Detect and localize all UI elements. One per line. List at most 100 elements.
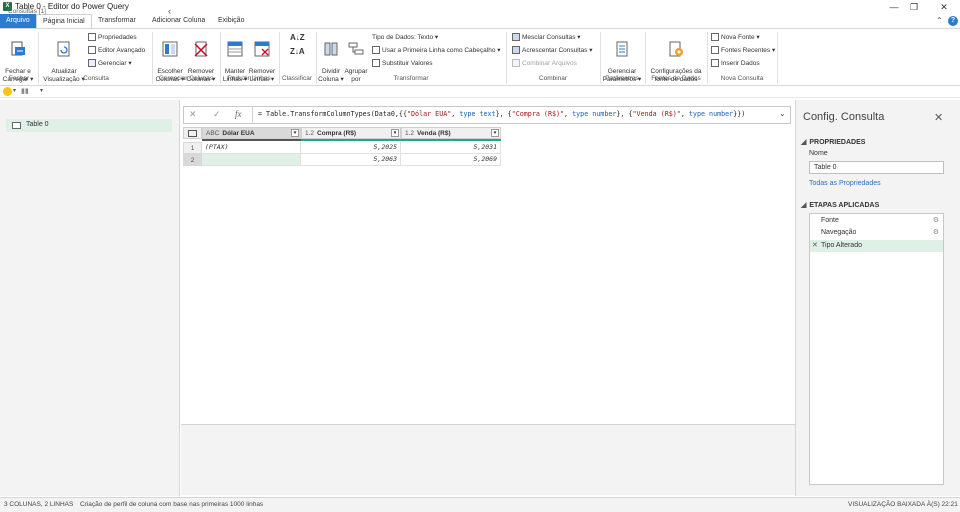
queries-pane <box>0 100 180 496</box>
column-filter-icon[interactable]: ▾ <box>291 129 299 137</box>
merge-icon <box>512 33 520 42</box>
properties-button[interactable]: Propriedades <box>88 33 137 43</box>
table-cell[interactable] <box>202 154 301 166</box>
all-properties-link[interactable]: Todas as Propriedades <box>809 180 881 187</box>
tab-adicionar-coluna[interactable]: Adicionar Coluna <box>146 14 211 28</box>
merge-queries-button[interactable]: Mesclar Consultas ▾ <box>512 33 581 43</box>
split-column-icon <box>324 42 338 56</box>
tab-transformar[interactable]: Transformar <box>92 14 142 28</box>
recent-sources-button[interactable]: Fontes Recentes ▾ <box>711 46 775 56</box>
smiley-feedback-icon[interactable] <box>3 87 12 96</box>
ribbon-separator <box>600 32 601 84</box>
title-bar: X Table 0 - Editor do Power Query — ❐ ✕ <box>0 0 960 14</box>
collapse-pane-icon[interactable]: ‹ <box>168 6 171 16</box>
restore-button[interactable]: ❐ <box>904 1 924 13</box>
column-type-icon[interactable]: 1.2 <box>405 130 414 137</box>
applied-steps-list <box>809 213 944 485</box>
close-settings-icon[interactable]: ✕ <box>934 111 943 124</box>
group-label-classificar: Classificar <box>282 75 312 82</box>
group-label-nova-consulta: Nova Consulta <box>720 75 764 82</box>
column-type-icon[interactable]: 1.2 <box>305 130 314 137</box>
ribbon-tabs: Arquivo Página Inicial Transformar Adici… <box>0 14 960 29</box>
table-cell[interactable]: (PTAX) <box>202 142 301 154</box>
formula-text[interactable]: = Table.TransformColumnTypes(Data0,{{"Dó… <box>258 110 745 118</box>
status-profiling[interactable]: Criação de perfil de coluna com base nas… <box>80 501 263 508</box>
expand-ribbon-icon[interactable]: ⌃ <box>936 16 945 25</box>
collapse-section-icon: ◢ <box>801 202 807 209</box>
properties-icon <box>88 33 96 42</box>
combine-files-icon <box>512 59 520 68</box>
gear-icon[interactable]: ⚙ <box>933 215 939 227</box>
column-header-dolar-eua[interactable]: ABC Dólar EUA ▾ <box>202 127 301 139</box>
ribbon-separator <box>38 32 39 84</box>
properties-section-header[interactable]: ◢ PROPRIEDADES <box>801 138 865 146</box>
combine-files-button[interactable]: Combinar Arquivos <box>512 59 577 69</box>
delete-step-icon[interactable]: ✕ <box>812 240 818 252</box>
ribbon-separator <box>152 32 153 84</box>
customize-toolbar-icon[interactable]: ▾ <box>40 87 43 94</box>
tab-arquivo[interactable]: Arquivo <box>0 14 36 28</box>
expand-formula-icon[interactable]: ⌄ <box>779 109 786 118</box>
new-source-button[interactable]: Nova Fonte ▾ <box>711 33 760 43</box>
column-header-compra[interactable]: 1.2 Compra (R$) ▾ <box>301 127 401 139</box>
column-filter-icon[interactable]: ▾ <box>391 129 399 137</box>
group-by-icon <box>348 42 364 55</box>
collapse-section-icon: ◢ <box>801 139 807 146</box>
help-icon[interactable]: ? <box>948 16 958 26</box>
status-columns-rows: 3 COLUNAS, 2 LINHAS <box>4 501 74 508</box>
confirm-formula-icon[interactable]: ✓ <box>213 109 221 120</box>
gear-icon[interactable]: ⚙ <box>933 227 939 239</box>
use-first-row-headers-button[interactable]: Usar a Primeira Linha como Cabeçalho ▾ <box>372 46 501 56</box>
sort-descending-icon[interactable]: Z↓A <box>290 47 305 56</box>
column-header-venda[interactable]: 1.2 Venda (R$) ▾ <box>401 127 501 139</box>
feedback-dropdown-icon[interactable]: ▾ <box>13 87 16 94</box>
table-cell[interactable]: 5,2031 <box>401 142 501 154</box>
table-icon <box>12 122 21 129</box>
remove-rows-icon <box>254 41 270 57</box>
insert-data-icon <box>711 59 719 68</box>
chart-icon[interactable]: ▮▮ <box>21 87 29 95</box>
table-cell[interactable]: 5,2063 <box>301 154 401 166</box>
table-cell[interactable]: 5,2025 <box>301 142 401 154</box>
minimize-button[interactable]: — <box>884 1 904 13</box>
remove-columns-icon <box>194 41 208 57</box>
ribbon-separator <box>316 32 317 84</box>
replace-values-icon <box>372 59 380 68</box>
manage-icon <box>88 59 96 68</box>
tab-exibicao[interactable]: Exibição <box>212 14 250 28</box>
data-type-dropdown[interactable]: Tipo de Dados: Texto ▾ <box>372 33 438 43</box>
cancel-formula-icon[interactable]: ✕ <box>189 109 197 120</box>
insert-data-button[interactable]: Inserir Dados <box>711 59 760 69</box>
append-queries-button[interactable]: Acrescentar Consultas ▾ <box>512 46 592 56</box>
grid-empty-area <box>181 424 795 495</box>
row-number[interactable]: 1 <box>183 142 202 154</box>
recent-sources-icon <box>711 46 719 55</box>
formula-buttons: ✕ ✓ fx <box>183 106 253 124</box>
column-filter-icon[interactable]: ▾ <box>491 129 499 137</box>
sort-ascending-icon[interactable]: A↓Z <box>290 33 305 42</box>
applied-steps-section-header[interactable]: ◢ ETAPAS APLICADAS <box>801 201 879 209</box>
query-name-input[interactable]: Table 0 <box>809 161 944 174</box>
applied-step-tipo-alterado[interactable]: ✕ Tipo Alterado <box>810 240 943 252</box>
refresh-icon <box>57 41 70 57</box>
manage-button[interactable]: Gerenciar ▾ <box>88 59 132 69</box>
queries-header: Consultas [1] <box>8 8 46 15</box>
table-cell[interactable]: 5,2069 <box>401 154 501 166</box>
fx-icon[interactable]: fx <box>235 109 242 119</box>
advanced-editor-button[interactable]: Editor Avançado <box>88 46 145 56</box>
append-icon <box>512 46 520 55</box>
column-type-icon[interactable]: ABC <box>206 130 219 137</box>
tab-pagina-inicial[interactable]: Página Inicial <box>36 14 92 29</box>
replace-values-button[interactable]: Substituir Valores <box>372 59 432 69</box>
ribbon-separator <box>220 32 221 84</box>
query-item-label: Table 0 <box>26 121 49 128</box>
applied-step-fonte[interactable]: Fonte ⚙ <box>810 215 943 227</box>
group-label-fechar: Fechar <box>8 75 30 82</box>
table-menu-icon[interactable] <box>183 127 202 139</box>
row-number[interactable]: 2 <box>183 154 202 166</box>
ribbon-separator <box>506 32 507 84</box>
applied-step-navegacao[interactable]: Navegação ⚙ <box>810 227 943 239</box>
column-quality-bar <box>202 139 301 141</box>
ribbon-separator <box>645 32 646 84</box>
close-window-button[interactable]: ✕ <box>934 1 954 13</box>
